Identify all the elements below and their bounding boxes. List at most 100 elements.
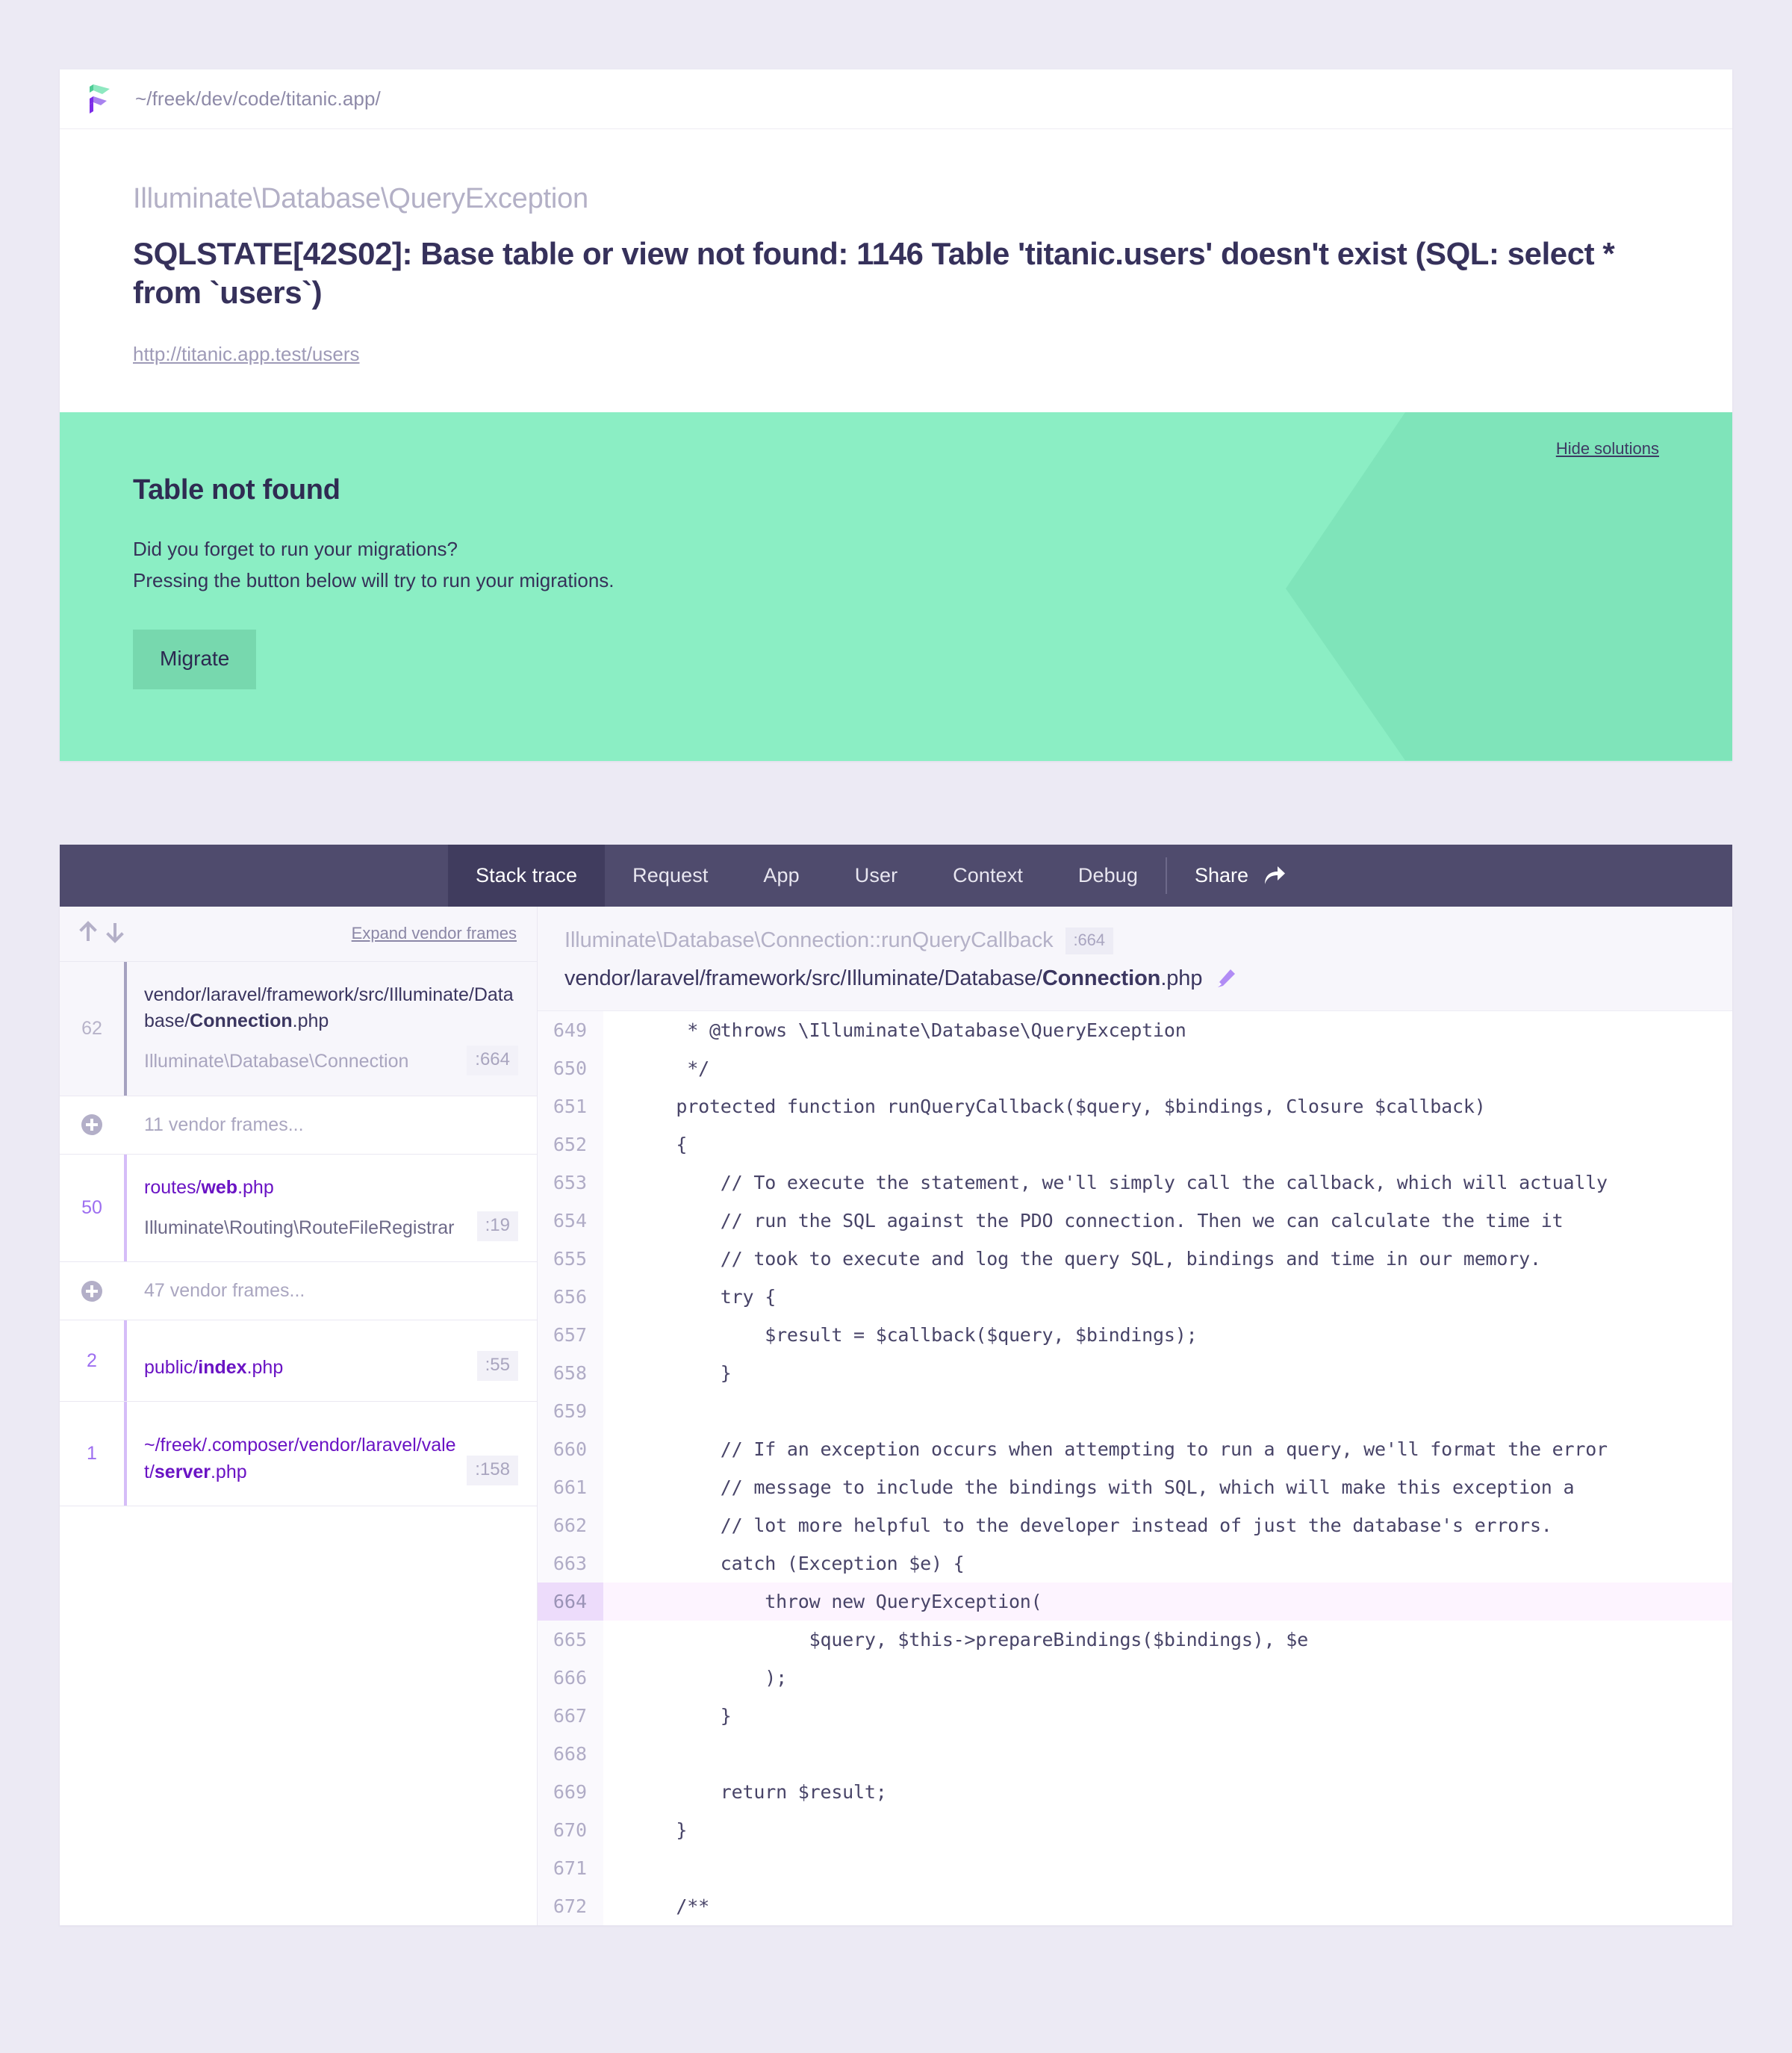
tab-debug[interactable]: Debug (1051, 845, 1166, 907)
code-line: 669 return $result; (538, 1772, 1732, 1811)
frame-number: 50 (81, 1196, 102, 1218)
expand-vendor-frames-link[interactable]: Expand vendor frames (352, 924, 517, 943)
table-row[interactable]: 2 public/index.php :55 (60, 1320, 537, 1403)
code-line-text: $query, $this->prepareBindings($bindings… (632, 1628, 1308, 1650)
code-line-text: } (632, 1361, 732, 1384)
debug-panel: Stack trace Request App User Context Deb… (60, 844, 1732, 1925)
code-line: 656 try { (538, 1277, 1732, 1316)
code-line-number: 651 (538, 1087, 603, 1125)
code-line-text: } (632, 1704, 732, 1727)
frame-line-number: :158 (467, 1456, 518, 1486)
share-button[interactable]: Share (1167, 845, 1313, 907)
share-arrow-icon (1263, 865, 1286, 886)
table-row[interactable]: 50 routes/web.php Illuminate\Routing\Rou… (60, 1154, 537, 1263)
code-line-text: { (632, 1133, 688, 1155)
code-lines: 649 * @throws \Illuminate\Database\Query… (538, 1010, 1732, 1925)
vendor-frames-group[interactable]: 47 vendor frames... (60, 1262, 537, 1321)
arrow-up-icon[interactable] (78, 920, 98, 947)
code-line-number: 665 (538, 1620, 603, 1659)
tab-user[interactable]: User (827, 845, 925, 907)
hide-solutions-link[interactable]: Hide solutions (1556, 439, 1659, 459)
frame-class-name: Illuminate\Routing\RouteFileRegistrar (144, 1217, 455, 1238)
migrate-button[interactable]: Migrate (133, 629, 257, 689)
code-line-text: // message to include the bindings with … (632, 1476, 1575, 1498)
code-line: 654 // run the SQL against the PDO conne… (538, 1201, 1732, 1240)
code-line: 663 catch (Exception $e) { (538, 1544, 1732, 1583)
frame-class-name: Illuminate\Database\Connection (144, 1051, 409, 1072)
code-line-number: 655 (538, 1239, 603, 1278)
vendor-frames-group[interactable]: 11 vendor frames... (60, 1096, 537, 1155)
code-line-number: 667 (538, 1696, 603, 1735)
solution-description: Did you forget to run your migrations? P… (133, 533, 1659, 596)
request-url-link[interactable]: http://titanic.app.test/users (133, 343, 360, 366)
code-line-text: protected function runQueryCallback($que… (632, 1095, 1486, 1117)
pencil-icon[interactable] (1216, 968, 1236, 989)
code-line: 658 } (538, 1353, 1732, 1392)
code-viewer-header: Illuminate\Database\Connection::runQuery… (538, 906, 1732, 1011)
code-line-text: /** (632, 1895, 709, 1917)
solution-description-line-2: Pressing the button below will try to ru… (133, 569, 615, 592)
code-line-number: 664 (538, 1582, 603, 1621)
plus-circle-icon (60, 1262, 124, 1320)
code-line-text: * @throws \Illuminate\Database\QueryExce… (632, 1019, 1186, 1041)
code-line: 666 ); (538, 1658, 1732, 1697)
code-line-number: 666 (538, 1658, 603, 1697)
code-line: 665 $query, $this->prepareBindings($bind… (538, 1620, 1732, 1659)
ignition-flag-logo-icon (86, 83, 113, 116)
code-line: 662 // lot more helpful to the developer… (538, 1506, 1732, 1544)
debug-tabbar: Stack trace Request App User Context Deb… (60, 844, 1732, 907)
code-line: 653 // To execute the statement, we'll s… (538, 1163, 1732, 1202)
code-line: 660 // If an exception occurs when attem… (538, 1429, 1732, 1468)
code-line-number: 662 (538, 1506, 603, 1544)
tab-context[interactable]: Context (925, 845, 1051, 907)
frame-number: 1 (87, 1443, 97, 1465)
code-line-number: 663 (538, 1544, 603, 1583)
exception-message: SQLSTATE[42S02]: Base table or view not … (133, 236, 1615, 310)
table-row[interactable]: 62 vendor/laravel/framework/src/Illumina… (60, 961, 537, 1096)
plus-circle-icon (60, 1096, 124, 1154)
arrow-down-icon[interactable] (105, 921, 125, 947)
exception-class: Illuminate\Database\QueryException (133, 183, 588, 214)
tab-stack-trace[interactable]: Stack trace (448, 844, 606, 907)
exception-card: ~/freek/dev/code/titanic.app/ Illuminate… (60, 69, 1732, 761)
code-line: 668 (538, 1734, 1732, 1773)
code-line-number: 670 (538, 1810, 603, 1849)
frame-file-path: public/index.php (144, 1356, 284, 1378)
code-line-number: 652 (538, 1125, 603, 1164)
stack-frames-sidebar: Expand vendor frames 62 vendor/laravel/f… (60, 906, 538, 1925)
solution-description-line-1: Did you forget to run your migrations? (133, 538, 458, 561)
frame-file-path: vendor/laravel/framework/src/Illuminate/… (144, 984, 514, 1032)
frame-line-number: :55 (476, 1351, 518, 1382)
frame-number: 2 (87, 1349, 97, 1371)
code-line-text (603, 1849, 632, 1887)
code-line-number: 654 (538, 1201, 603, 1240)
code-line-text: try { (632, 1285, 777, 1308)
code-line-number: 661 (538, 1467, 603, 1506)
code-line-text: throw new QueryException( (632, 1590, 1042, 1612)
code-header-path: vendor/laravel/framework/src/Illuminate/… (564, 966, 1203, 990)
code-line-number: 650 (538, 1049, 603, 1087)
code-line: 671 (538, 1848, 1732, 1887)
tab-app[interactable]: App (735, 845, 827, 907)
code-line: 664 throw new QueryException( (538, 1582, 1732, 1621)
code-header-class: Illuminate\Database\Connection::runQuery… (564, 928, 1054, 953)
code-line-text: */ (632, 1057, 709, 1079)
frames-toolbar: Expand vendor frames (60, 906, 537, 962)
code-line-text: // lot more helpful to the developer ins… (632, 1514, 1552, 1536)
code-line-number: 659 (538, 1391, 603, 1430)
table-row[interactable]: 1 ~/freek/.composer/vendor/laravel/valet… (60, 1402, 537, 1507)
solution-title: Table not found (133, 474, 340, 506)
debug-body: Expand vendor frames 62 vendor/laravel/f… (60, 906, 1732, 1925)
error-page: ~/freek/dev/code/titanic.app/ Illuminate… (0, 69, 1792, 2053)
code-line-number: 672 (538, 1886, 603, 1925)
path-bar: ~/freek/dev/code/titanic.app/ (60, 69, 1732, 129)
frame-line-number: :664 (467, 1045, 518, 1075)
code-line-number: 657 (538, 1315, 603, 1354)
code-line-text: ); (632, 1666, 787, 1689)
code-line: 672 /** (538, 1886, 1732, 1925)
frames-empty-space (60, 1506, 537, 1821)
solution-card: Hide solutions Table not found Did you f… (60, 412, 1732, 761)
frame-file-path: routes/web.php (144, 1176, 274, 1198)
tab-request[interactable]: Request (605, 845, 735, 907)
code-line-text: $result = $callback($query, $bindings); (632, 1323, 1198, 1346)
